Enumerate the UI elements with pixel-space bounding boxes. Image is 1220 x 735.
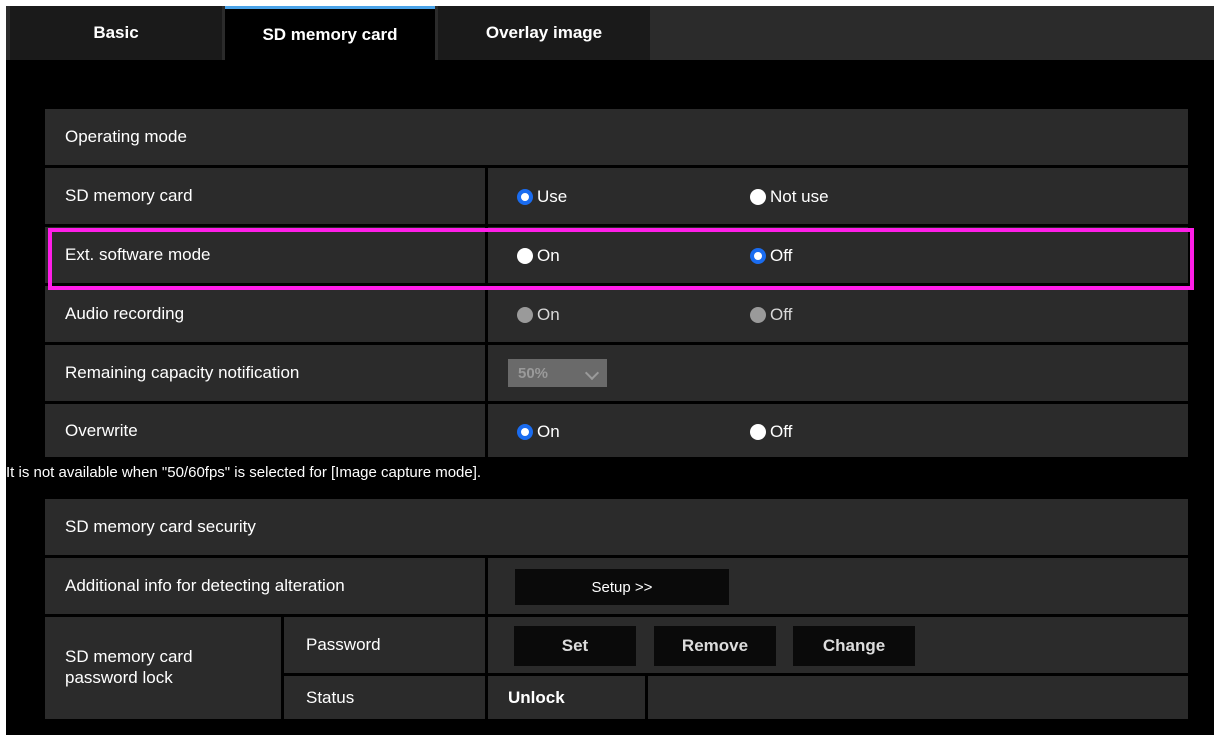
alteration-label: Additional info for detecting alteration <box>65 576 345 595</box>
sd-card-use-label: Use <box>537 187 568 206</box>
tab-sd-memory-card-label: SD memory card <box>262 24 398 44</box>
radio-unchecked-icon <box>750 424 766 440</box>
sd-card-use-radio[interactable]: Use <box>517 187 567 207</box>
change-password-button[interactable]: Change <box>793 626 915 666</box>
audio-recording-on-radio[interactable]: On <box>517 305 560 325</box>
security-header: SD memory card security <box>45 499 1188 555</box>
audio-recording-options-cell: On Off <box>488 286 1188 342</box>
password-lock-label-line2: password lock <box>65 668 173 687</box>
radio-disabled-icon <box>517 307 533 323</box>
set-password-button[interactable]: Set <box>514 626 636 666</box>
ext-software-on-radio[interactable]: On <box>517 246 560 266</box>
capacity-notification-value: 50% <box>518 364 549 382</box>
ext-software-off-label: Off <box>770 246 793 265</box>
audio-recording-off-radio[interactable]: Off <box>750 305 792 325</box>
radio-checked-icon <box>517 189 533 205</box>
audio-recording-label-cell: Audio recording <box>45 286 485 342</box>
sd-card-not-use-label: Not use <box>770 187 829 206</box>
operating-mode-header: Operating mode <box>45 109 1188 165</box>
tab-bar: Basic SD memory card Overlay image <box>6 6 1214 60</box>
sd-card-label-cell: SD memory card <box>45 168 485 224</box>
ext-software-on-label: On <box>537 246 560 265</box>
status-label-cell: Status <box>284 676 485 719</box>
status-value-cell: Unlock <box>488 676 645 719</box>
password-lock-label-cell: SD memory card password lock <box>45 617 281 719</box>
tab-overlay-image-label: Overlay image <box>485 23 603 42</box>
overwrite-options-cell: On Off <box>488 404 1188 457</box>
chevron-down-icon <box>584 365 600 381</box>
overwrite-on-radio[interactable]: On <box>517 422 560 442</box>
capacity-notification-select[interactable]: 50% <box>508 359 607 387</box>
overwrite-off-radio[interactable]: Off <box>750 422 792 442</box>
password-lock-label-line1: SD memory card <box>65 647 193 666</box>
audio-recording-on-label: On <box>537 305 560 324</box>
overwrite-label-cell: Overwrite <box>45 404 485 457</box>
setup-button[interactable]: Setup >> <box>515 569 729 605</box>
tab-basic-label: Basic <box>93 23 139 42</box>
radio-checked-icon <box>750 248 766 264</box>
radio-checked-icon <box>517 424 533 440</box>
audio-recording-label: Audio recording <box>65 304 185 323</box>
password-actions-cell: Set Remove Change <box>488 617 1188 673</box>
overwrite-label: Overwrite <box>65 420 138 440</box>
alteration-label-cell: Additional info for detecting alteration <box>45 558 485 614</box>
password-label: Password <box>306 635 381 654</box>
tab-overlay-image[interactable]: Overlay image <box>438 6 650 60</box>
capacity-notification-options-cell: 50% <box>488 345 1188 401</box>
image-capture-mode-note: It is not available when "50/60fps" is s… <box>6 464 482 481</box>
status-label: Status <box>306 687 355 707</box>
sd-card-options-cell: Use Not use <box>488 168 1188 224</box>
radio-unchecked-icon <box>750 189 766 205</box>
radio-unchecked-icon <box>517 248 533 264</box>
capacity-notification-label-cell: Remaining capacity notification <box>45 345 485 401</box>
radio-disabled-icon <box>750 307 766 323</box>
operating-mode-title: Operating mode <box>65 127 187 146</box>
password-label-cell: Password <box>284 617 485 673</box>
tab-basic[interactable]: Basic <box>10 6 222 60</box>
alteration-action-cell: Setup >> <box>488 558 1188 614</box>
audio-recording-off-label: Off <box>770 305 793 324</box>
sd-card-not-use-radio[interactable]: Not use <box>750 187 829 207</box>
ext-software-label: Ext. software mode <box>65 245 211 264</box>
remove-password-button[interactable]: Remove <box>654 626 776 666</box>
overwrite-off-label: Off <box>770 422 793 441</box>
settings-frame: Basic SD memory card Overlay image Opera… <box>6 6 1214 735</box>
tab-sd-memory-card[interactable]: SD memory card <box>225 6 435 60</box>
capacity-notification-label: Remaining capacity notification <box>65 363 300 382</box>
ext-software-label-cell: Ext. software mode <box>45 227 485 283</box>
ext-software-off-radio[interactable]: Off <box>750 246 792 266</box>
sd-card-label: SD memory card <box>65 186 193 205</box>
ext-software-options-cell: On Off <box>488 227 1188 283</box>
status-value: Unlock <box>508 687 565 707</box>
security-title: SD memory card security <box>65 517 256 536</box>
status-empty-cell <box>648 676 1188 719</box>
overwrite-on-label: On <box>537 422 560 441</box>
